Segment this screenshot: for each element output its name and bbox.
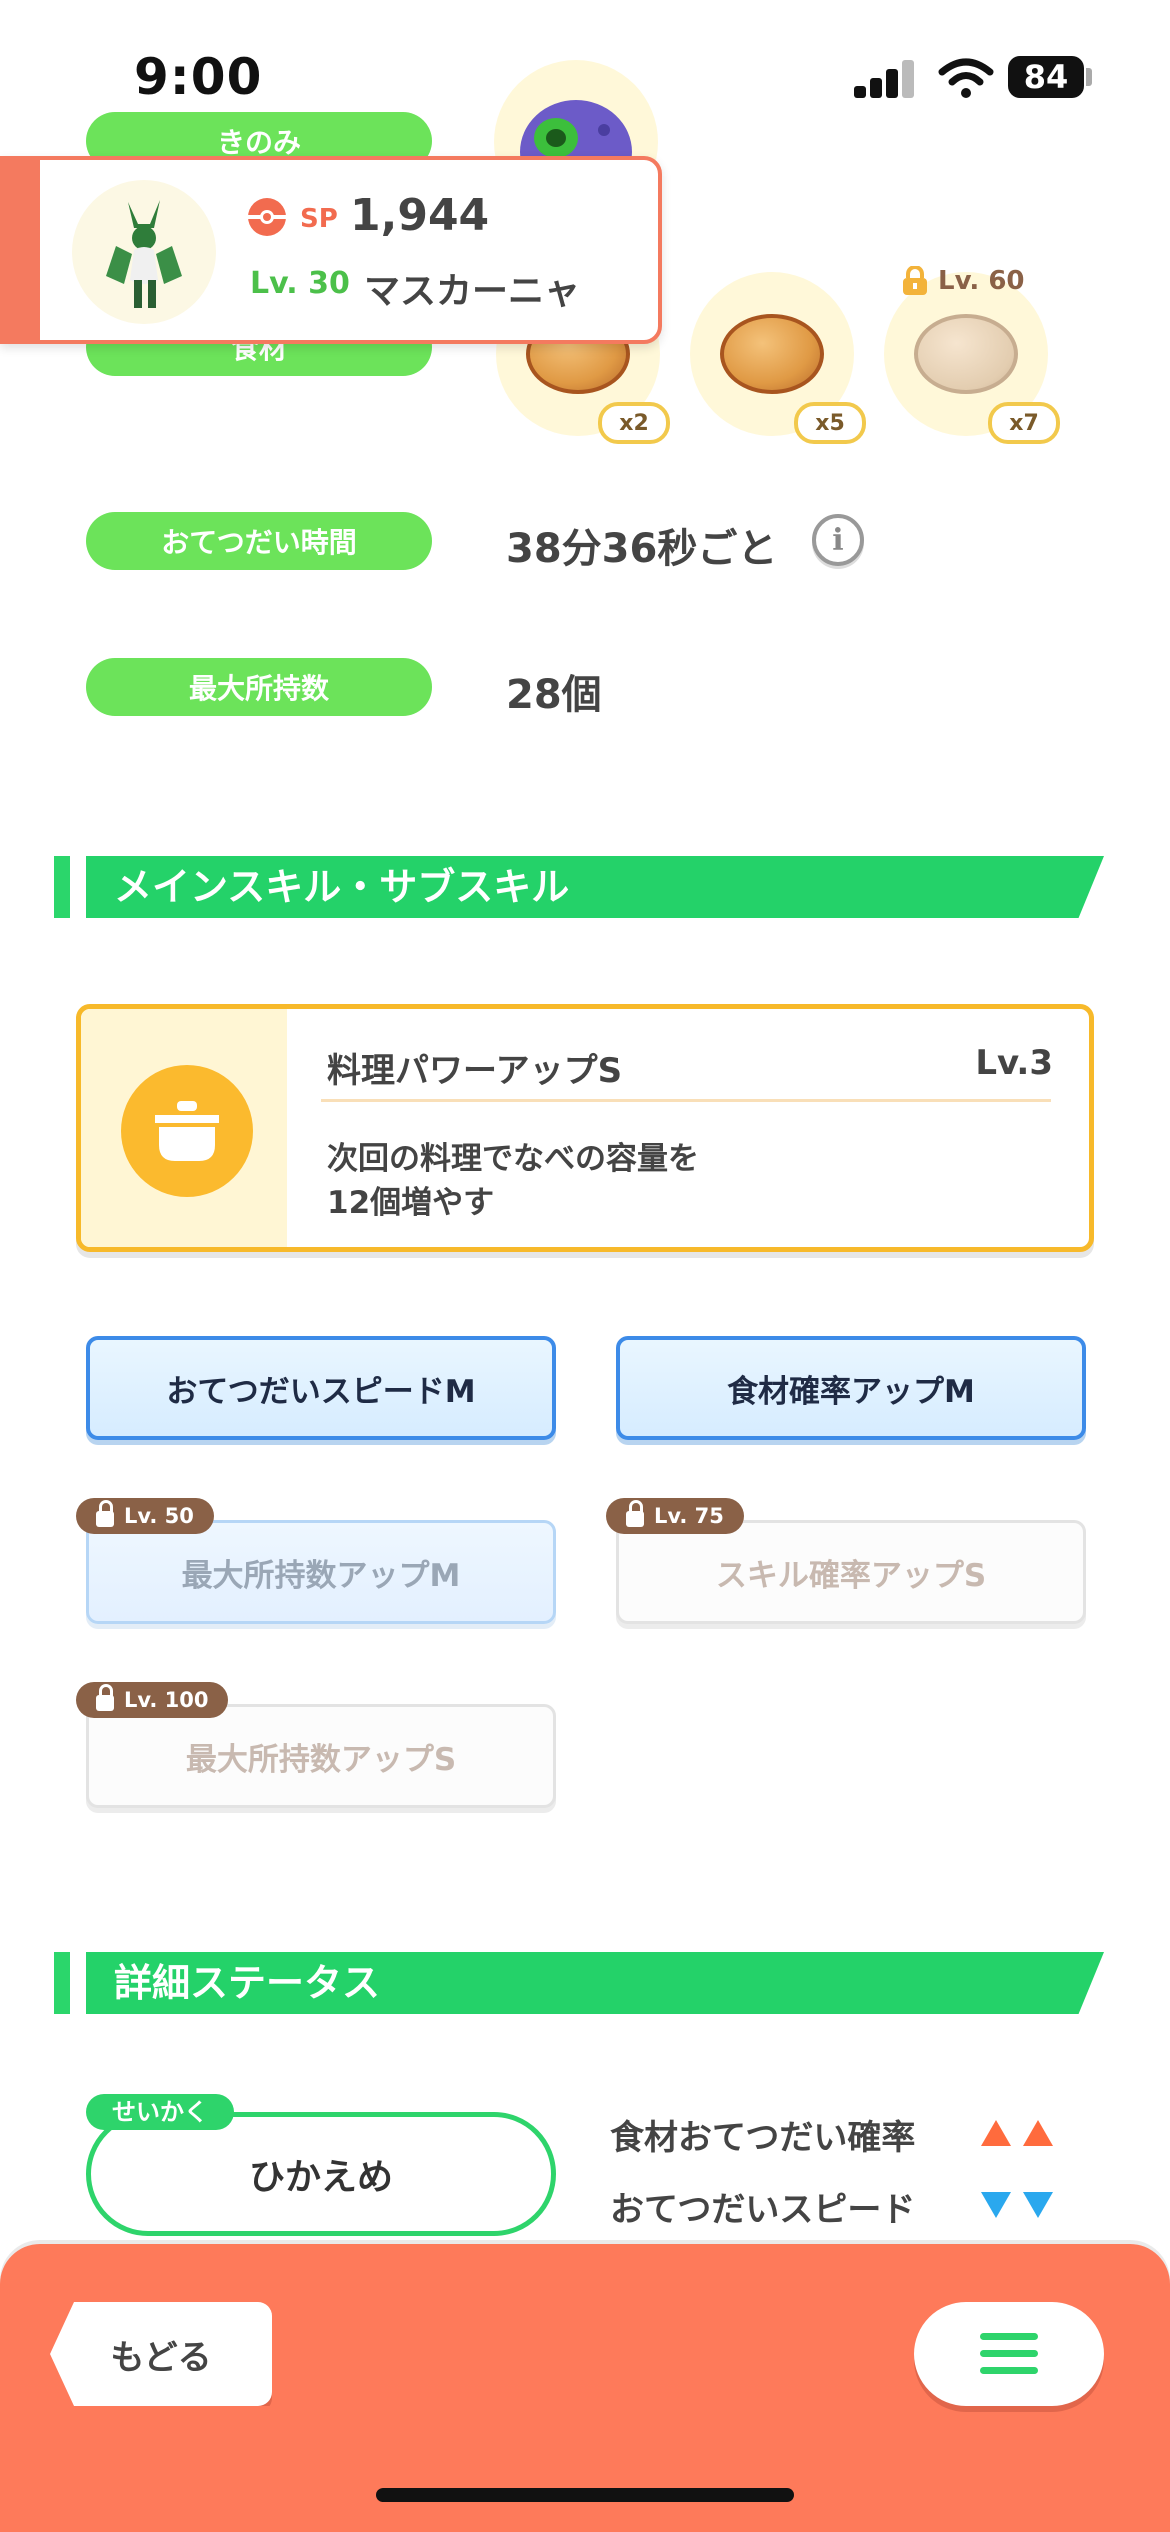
home-indicator[interactable] [376,2488,794,2502]
subskill-3[interactable]: 最大所持数アップM [86,1520,556,1624]
back-button[interactable]: もどる [50,2302,272,2406]
up-arrows-icon [981,2120,1053,2146]
sp-value: 1,944 [350,190,490,241]
lock-icon [96,1500,114,1527]
pokemon-name: マスカーニャ [364,271,581,312]
battery-nub [1086,68,1092,86]
pokemon-avatar [72,180,216,324]
ingredient-lock-level: Lv. 60 [938,266,1025,296]
section-title-skills: メインスキル・サブスキル [114,865,570,909]
potato-icon [720,314,824,394]
sp-ball-icon [248,198,286,236]
lock-icon [626,1500,644,1527]
menu-button[interactable] [914,2302,1104,2406]
subskill-5[interactable]: 最大所持数アップS [86,1704,556,1808]
pot-icon [121,1065,253,1197]
subskill-4-lock-tag: Lv. 75 [606,1498,744,1534]
battery-icon: 84 [1008,56,1084,98]
subskill-4[interactable]: スキル確率アップS [616,1520,1086,1624]
max-carry-label: 最大所持数 [86,658,432,716]
section-header-details: 詳細ステータス [54,1952,1114,2014]
ingredient-count-3: x7 [988,402,1060,444]
signal-icon [854,58,916,98]
status-time: 9:00 [134,48,263,106]
pokemon-sprite [106,200,182,308]
section-header-skills: メインスキル・サブスキル [54,856,1114,918]
hamburger-icon [980,2333,1038,2374]
nature-up-label: 食材おてつだい確率 [610,2118,916,2158]
lock-icon [903,266,927,295]
subskill-1[interactable]: おてつだいスピードM [86,1336,556,1440]
wifi-icon [938,58,994,98]
potato-icon [914,314,1018,394]
down-arrows-icon [981,2192,1053,2218]
subskill-5-lock-tag: Lv. 100 [76,1682,229,1718]
subskill-2[interactable]: 食材確率アップM [616,1336,1086,1440]
subskill-5-lock-level: Lv. 100 [124,1688,209,1712]
main-skill-divider [321,1099,1051,1102]
main-skill-card[interactable]: 料理パワーアップS Lv.3 次回の料理でなべの容量を 12個増やす [76,1004,1094,1252]
ingredient-lock-tag: Lv. 60 [900,266,1025,296]
section-title-details: 詳細ステータス [114,1961,381,2005]
nature-down-label: おてつだいスピード [610,2190,916,2230]
help-time-label: おてつだい時間 [86,512,432,570]
subskill-3-lock-tag: Lv. 50 [76,1498,214,1534]
popup-stripe [0,156,40,344]
help-time-value: 38分36秒ごと [506,526,778,572]
info-icon[interactable]: i [812,514,864,566]
ingredient-count-2: x5 [794,402,866,444]
lock-icon [96,1684,114,1711]
max-carry-value: 28個 [506,672,602,718]
main-skill-name: 料理パワーアップS [327,1051,623,1091]
main-skill-level: Lv.3 [975,1043,1053,1083]
pokemon-level: Lv. 30 [250,266,350,301]
subskill-4-lock-level: Lv. 75 [654,1504,724,1528]
ingredient-count-1: x2 [598,402,670,444]
nature-box[interactable]: ひかえめ [86,2112,556,2236]
main-skill-desc-line2: 12個増やす [327,1185,495,1221]
sp-label: SP [300,204,338,234]
subskill-3-lock-level: Lv. 50 [124,1504,194,1528]
nature-tag: せいかく [86,2094,234,2130]
main-skill-desc-line1: 次回の料理でなべの容量を [327,1141,699,1177]
